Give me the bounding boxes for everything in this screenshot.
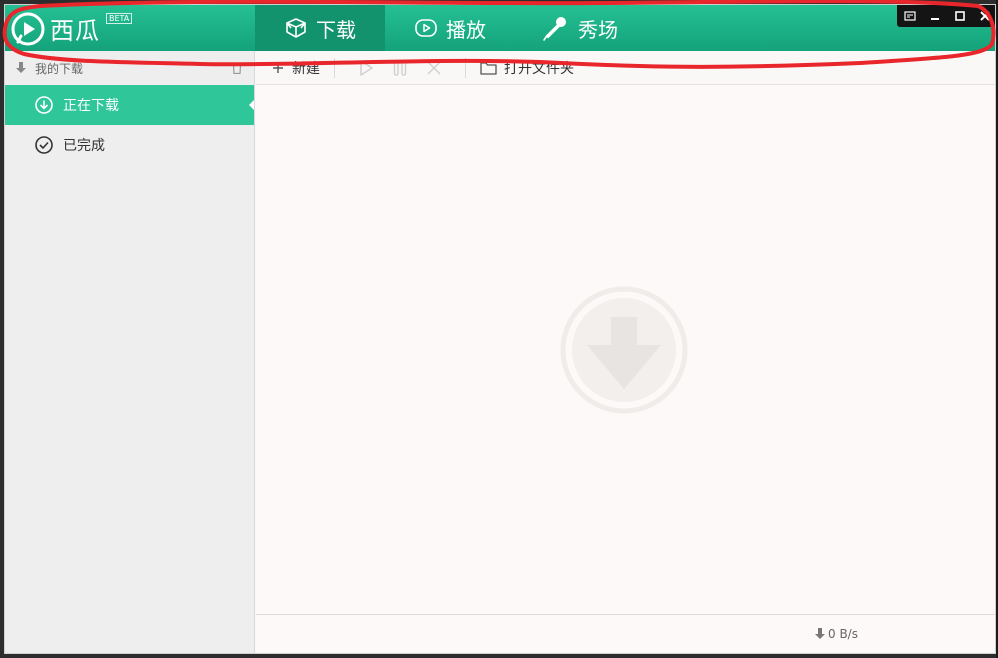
beta-badge: BETA: [106, 13, 133, 24]
x-icon: [427, 60, 441, 75]
app-name: 西瓜: [50, 17, 100, 45]
start-button[interactable]: [349, 53, 383, 83]
tab-download[interactable]: 下载: [255, 5, 385, 51]
open-folder-button[interactable]: 打开文件夹: [480, 58, 574, 78]
app-window: 西瓜 BETA 下载 播放 秀场 我的下载 正在下载 已完成 新建 打开文件夹 …: [4, 4, 996, 654]
tab-show-label: 秀场: [578, 17, 618, 42]
trash-icon[interactable]: [232, 63, 242, 74]
skin-button[interactable]: [897, 5, 922, 27]
minimize-button[interactable]: [922, 5, 947, 27]
sidebar-item-label: 正在下载: [63, 98, 119, 114]
window-controls: [897, 5, 995, 27]
sidebar-header-label: 我的下载: [35, 61, 84, 76]
box-icon: [286, 18, 306, 38]
sidebar-item-label: 已完成: [63, 138, 105, 154]
toolbar-divider: [465, 57, 466, 78]
new-task-label: 新建: [292, 60, 320, 77]
logo-icon: [11, 12, 45, 45]
download-circle-icon: [35, 96, 53, 114]
sidebar-header: 我的下载: [5, 51, 254, 85]
sidebar: 我的下载 正在下载 已完成: [5, 51, 255, 653]
skin-icon: [903, 11, 916, 21]
download-speed: 0 B/s: [814, 627, 858, 641]
sidebar-item-completed[interactable]: 已完成: [5, 125, 254, 165]
tab-show[interactable]: 秀场: [515, 5, 645, 51]
maximize-icon: [954, 11, 965, 21]
arrow-down-icon: [815, 628, 825, 639]
plus-icon: [273, 62, 283, 73]
close-button[interactable]: [972, 5, 995, 27]
play-circle-icon: [415, 19, 437, 37]
desktop: 西瓜 BETA 下载 播放 秀场 我的下载 正在下载 已完成 新建 打开文件夹 …: [0, 0, 998, 658]
app-logo: 西瓜: [11, 11, 100, 46]
microphone-icon: [543, 17, 566, 41]
arrow-down-icon: [16, 62, 26, 73]
tab-play-label: 播放: [446, 17, 486, 42]
speed-value: 0 B/s: [828, 627, 858, 641]
check-circle-icon: [35, 136, 53, 154]
folder-icon: [480, 61, 497, 75]
sidebar-item-downloading[interactable]: 正在下载: [5, 85, 254, 125]
play-icon: [360, 59, 373, 76]
title-bar: 西瓜 BETA 下载 播放 秀场: [5, 5, 995, 51]
pause-button[interactable]: [383, 53, 417, 83]
pause-icon: [393, 59, 407, 76]
maximize-button[interactable]: [947, 5, 972, 27]
tab-play[interactable]: 播放: [385, 5, 515, 51]
tab-download-label: 下载: [316, 17, 356, 42]
download-list-area: [256, 85, 995, 614]
toolbar: 新建 打开文件夹: [256, 51, 995, 85]
toolbar-divider: [334, 57, 335, 78]
delete-button[interactable]: [417, 53, 451, 83]
open-folder-label: 打开文件夹: [504, 60, 574, 77]
status-bar: 0 B/s: [256, 614, 995, 653]
new-task-button[interactable]: 新建: [272, 58, 320, 78]
minimize-icon: [930, 18, 939, 20]
close-icon: [979, 11, 990, 21]
download-placeholder-icon: [560, 286, 688, 414]
